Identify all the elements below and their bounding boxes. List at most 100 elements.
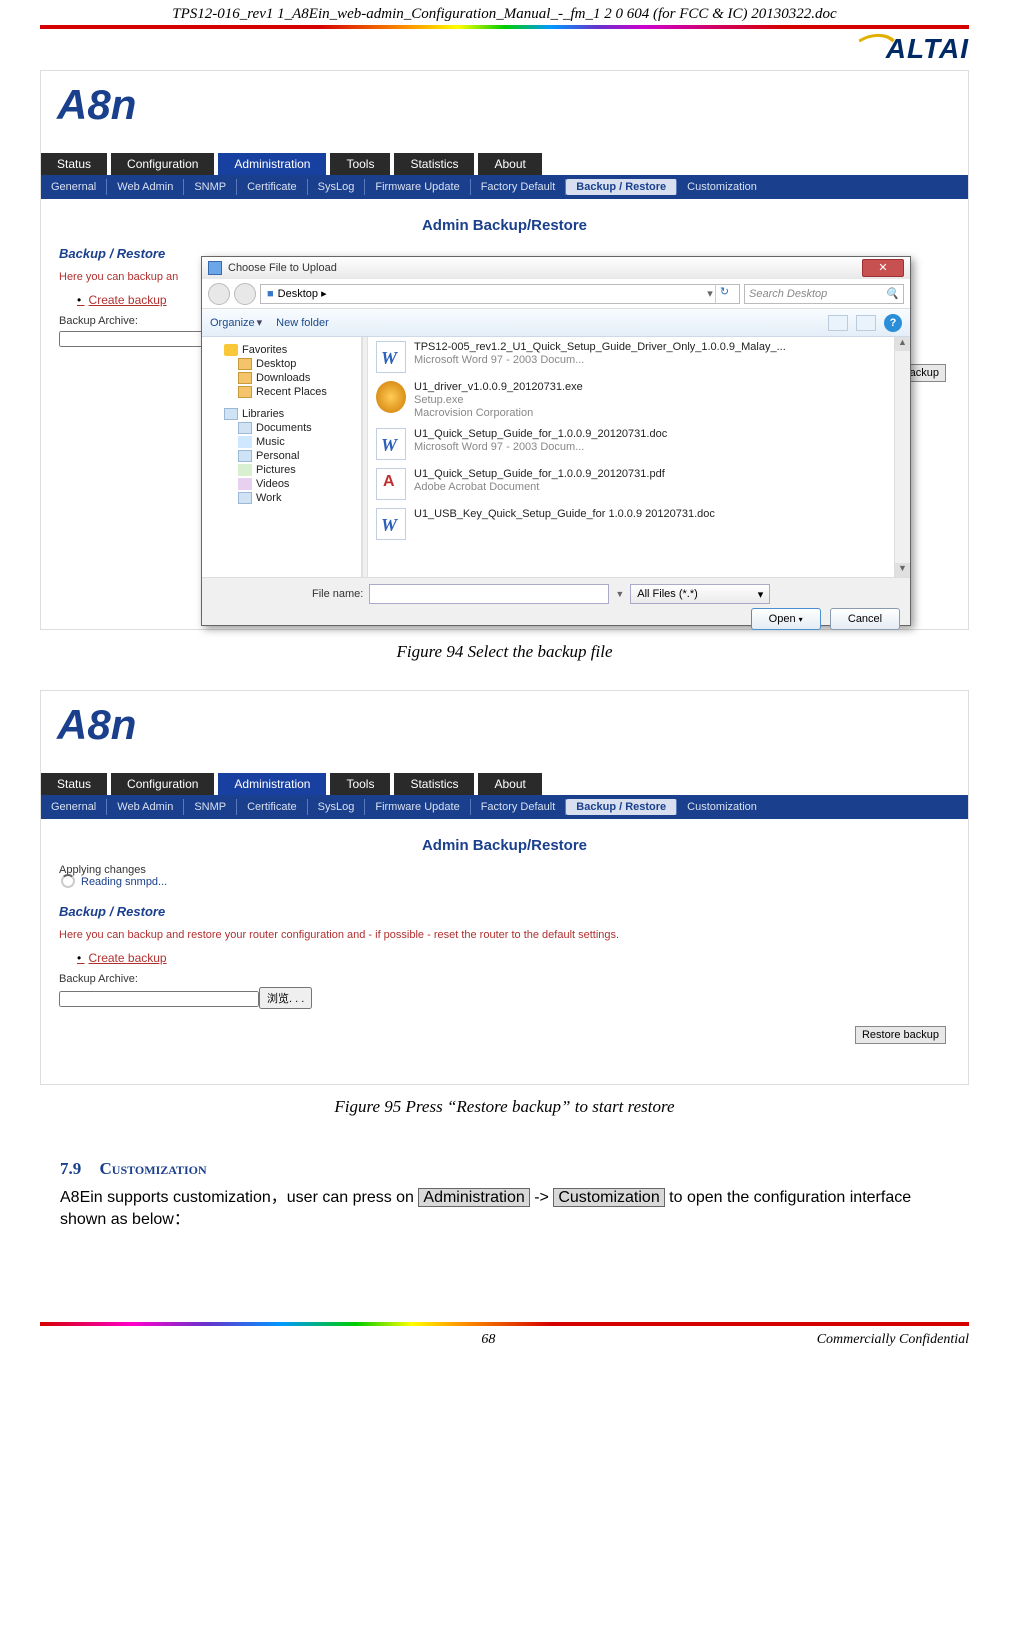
star-icon (224, 344, 238, 356)
applying-changes-text: Applying changes (41, 860, 968, 876)
subtab-certificate[interactable]: Certificate (237, 179, 308, 195)
sidebar-videos[interactable]: Videos (210, 477, 353, 491)
figure-95-screenshot: A8n Status Configuration Administration … (40, 690, 969, 1085)
location-breadcrumb[interactable]: ■ Desktop ▸ ▾ ↻ (260, 284, 740, 304)
file-subtext: Adobe Acrobat Document (414, 481, 665, 494)
confidential-label: Commercially Confidential (817, 1332, 969, 1348)
file-item[interactable]: U1_Quick_Setup_Guide_for_1.0.0.9_2012073… (368, 424, 910, 464)
file-item[interactable]: U1_USB_Key_Quick_Setup_Guide_for 1.0.0.9… (368, 504, 910, 544)
file-name: U1_Quick_Setup_Guide_for_1.0.0.9_2012073… (414, 428, 667, 441)
subtab-backup[interactable]: Backup / Restore (566, 799, 677, 815)
subtab-webadmin[interactable]: Web Admin (107, 799, 184, 815)
browse-button[interactable]: 浏览. . . (259, 987, 312, 1009)
subtab-general[interactable]: Genernal (41, 179, 107, 195)
sidebar-recent[interactable]: Recent Places (210, 385, 353, 399)
subtab-factory[interactable]: Factory Default (471, 799, 567, 815)
restore-backup-button[interactable]: Restore backup (855, 1026, 946, 1044)
preview-pane-icon[interactable] (856, 315, 876, 331)
subtab-customization[interactable]: Customization (677, 799, 767, 815)
file-subtext: Setup.exe (414, 394, 583, 407)
subtab-webadmin[interactable]: Web Admin (107, 179, 184, 195)
search-placeholder: Search Desktop (749, 288, 885, 300)
figure-94-screenshot: A8n Status Configuration Administration … (40, 70, 969, 630)
reading-status: Reading snmpd... (41, 876, 968, 898)
file-item[interactable]: U1_driver_v1.0.0.9_20120731.exeSetup.exe… (368, 377, 910, 424)
figure-94-caption: Figure 94 Select the backup file (0, 636, 1009, 686)
chevron-down-icon[interactable]: ▾ (705, 287, 715, 300)
subtab-general[interactable]: Genernal (41, 799, 107, 815)
tab-configuration[interactable]: Configuration (111, 773, 214, 795)
subtab-backup[interactable]: Backup / Restore (566, 179, 677, 195)
sidebar-pictures[interactable]: Pictures (210, 463, 353, 477)
section-title: Customization (100, 1159, 207, 1178)
sidebar-downloads[interactable]: Downloads (210, 371, 353, 385)
subtab-customization[interactable]: Customization (677, 179, 767, 195)
archive-input[interactable] (59, 991, 259, 1007)
tab-administration[interactable]: Administration (218, 153, 326, 175)
boxed-customization: Customization (553, 1188, 664, 1207)
word-file-icon (376, 428, 406, 460)
subtab-firmware[interactable]: Firmware Update (365, 799, 470, 815)
file-list: TPS12-005_rev1.2_U1_Quick_Setup_Guide_Dr… (368, 337, 910, 577)
search-input[interactable]: Search Desktop 🔍 (744, 284, 904, 304)
organize-button[interactable]: Organize (210, 317, 255, 329)
scrollbar[interactable]: ▲ ▼ (894, 337, 910, 577)
subtab-syslog[interactable]: SysLog (308, 799, 366, 815)
scroll-down-icon[interactable]: ▼ (895, 563, 910, 577)
filename-input[interactable] (369, 584, 609, 604)
tab-tools[interactable]: Tools (330, 773, 390, 795)
tab-tools[interactable]: Tools (330, 153, 390, 175)
file-subtext: Microsoft Word 97 - 2003 Docum... (414, 441, 667, 454)
tab-statistics[interactable]: Statistics (394, 153, 474, 175)
tab-statistics[interactable]: Statistics (394, 773, 474, 795)
subtab-syslog[interactable]: SysLog (308, 179, 366, 195)
cancel-button[interactable]: Cancel (830, 608, 900, 630)
create-backup-link[interactable]: Create backup (91, 951, 968, 973)
view-icon[interactable] (828, 315, 848, 331)
subtab-certificate[interactable]: Certificate (237, 799, 308, 815)
figure-95-caption: Figure 95 Press “Restore backup” to star… (0, 1091, 1009, 1141)
subtab-snmp[interactable]: SNMP (184, 179, 237, 195)
back-button[interactable] (208, 283, 230, 305)
help-icon[interactable]: ? (884, 314, 902, 332)
subtab-snmp[interactable]: SNMP (184, 799, 237, 815)
doc-filename: TPS12-016_rev1 1_A8Ein_web-admin_Configu… (0, 0, 1009, 25)
sub-tabs: Genernal Web Admin SNMP Certificate SysL… (41, 175, 968, 199)
libraries-heading[interactable]: Libraries (210, 407, 353, 421)
favorites-heading[interactable]: Favorites (210, 343, 353, 357)
dialog-title: Choose File to Upload (228, 262, 862, 274)
close-icon[interactable]: ✕ (862, 259, 904, 277)
open-button[interactable]: Open ▾ (751, 608, 821, 630)
word-file-icon (376, 341, 406, 373)
new-folder-button[interactable]: New folder (276, 317, 329, 329)
tab-status[interactable]: Status (41, 153, 107, 175)
file-name: U1_USB_Key_Quick_Setup_Guide_for 1.0.0.9… (414, 508, 715, 521)
tab-about[interactable]: About (478, 773, 541, 795)
header-divider (40, 25, 969, 29)
chevron-down-icon[interactable]: ▼ (615, 589, 624, 599)
sidebar-personal[interactable]: Personal (210, 449, 353, 463)
filetype-select[interactable]: All Files (*.*)▾ (630, 584, 770, 604)
tab-status[interactable]: Status (41, 773, 107, 795)
filename-label: File name: (312, 588, 363, 600)
sidebar-work[interactable]: Work (210, 491, 353, 505)
tab-administration[interactable]: Administration (218, 773, 326, 795)
file-item[interactable]: U1_Quick_Setup_Guide_for_1.0.0.9_2012073… (368, 464, 910, 504)
file-name: U1_driver_v1.0.0.9_20120731.exe (414, 381, 583, 394)
subtab-firmware[interactable]: Firmware Update (365, 179, 470, 195)
forward-button[interactable] (234, 283, 256, 305)
backup-desc-full: Here you can backup and restore your rou… (41, 929, 968, 951)
chevron-down-icon[interactable]: ▾ (257, 316, 263, 329)
file-item[interactable]: TPS12-005_rev1.2_U1_Quick_Setup_Guide_Dr… (368, 337, 910, 377)
tab-configuration[interactable]: Configuration (111, 153, 214, 175)
sidebar-desktop[interactable]: Desktop (210, 357, 353, 371)
panel-heading: Admin Backup/Restore (41, 819, 968, 860)
sidebar-music[interactable]: Music (210, 435, 353, 449)
subtab-factory[interactable]: Factory Default (471, 179, 567, 195)
section-body: A8Ein supports customization，user can pr… (60, 1187, 949, 1232)
refresh-icon[interactable]: ↻ (715, 285, 733, 303)
tab-about[interactable]: About (478, 153, 541, 175)
scroll-up-icon[interactable]: ▲ (895, 337, 910, 351)
sidebar-documents[interactable]: Documents (210, 421, 353, 435)
dialog-sidebar: Favorites Desktop Downloads Recent Place… (202, 337, 362, 577)
